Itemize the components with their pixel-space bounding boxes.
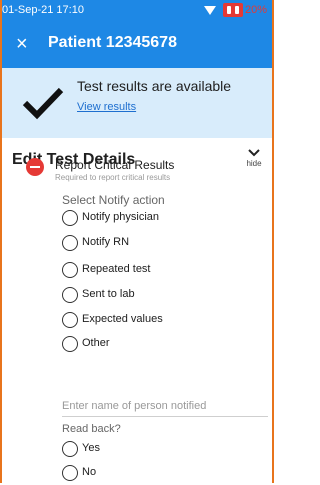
- radio-no[interactable]: No: [62, 465, 262, 485]
- battery-low-icon: [223, 3, 243, 17]
- person-notified-input[interactable]: Enter name of person notified: [62, 400, 268, 417]
- battery-indicator: 20%: [223, 2, 272, 18]
- radio-notify-physician[interactable]: Notify physician: [62, 210, 262, 230]
- radio-yes[interactable]: Yes: [62, 441, 262, 461]
- checkmark-icon: [22, 87, 64, 120]
- status-bar: 01-Sep-21 17:10 20%: [2, 0, 272, 20]
- radio-label: Notify physician: [82, 211, 160, 223]
- radio-label: Notify RN: [82, 236, 130, 248]
- radio-label: Repeated test: [82, 263, 151, 275]
- radio-button[interactable]: [62, 336, 78, 352]
- critical-results-row: Report Critical Results Required to repo…: [2, 158, 272, 188]
- results-message: Test results are available: [77, 78, 232, 94]
- critical-results-label: Report Critical Results: [55, 158, 175, 172]
- radio-button[interactable]: [62, 235, 78, 251]
- notify-action-title: Select Notify action: [62, 193, 165, 207]
- radio-button[interactable]: [62, 312, 78, 328]
- radio-sent-to-lab[interactable]: Sent to lab: [62, 287, 262, 307]
- radio-label: Expected values: [82, 313, 163, 325]
- page-title: Patient 12345678: [48, 34, 177, 51]
- app-bar: × Patient 12345678: [2, 20, 272, 68]
- radio-button[interactable]: [62, 441, 78, 457]
- radio-button[interactable]: [62, 262, 78, 278]
- radio-label: Yes: [82, 442, 100, 454]
- radio-label: Sent to lab: [82, 288, 135, 300]
- radio-label: No: [82, 466, 97, 478]
- wifi-icon: [204, 6, 216, 15]
- radio-button[interactable]: [62, 465, 78, 481]
- radio-button[interactable]: [62, 210, 78, 226]
- radio-expected-values[interactable]: Expected values: [62, 312, 262, 332]
- radio-label: Other: [82, 337, 110, 349]
- readback-title: Read back?: [62, 423, 121, 435]
- view-results-link[interactable]: View results: [77, 101, 136, 113]
- remove-icon[interactable]: [26, 158, 44, 176]
- status-time: 01-Sep-21 17:10: [2, 4, 84, 16]
- app-frame: 01-Sep-21 17:10 20% × Patient 12345678 T…: [0, 0, 274, 483]
- radio-other[interactable]: Other: [62, 336, 262, 356]
- close-icon[interactable]: ×: [16, 30, 28, 58]
- battery-percent: 20%: [245, 4, 268, 16]
- results-banner: Test results are available View results: [2, 68, 272, 138]
- critical-results-subtitle: Required to report critical results: [55, 173, 171, 182]
- radio-repeated-test[interactable]: Repeated test: [62, 262, 262, 282]
- radio-button[interactable]: [62, 287, 78, 303]
- radio-notify-rn[interactable]: Notify RN: [62, 235, 262, 255]
